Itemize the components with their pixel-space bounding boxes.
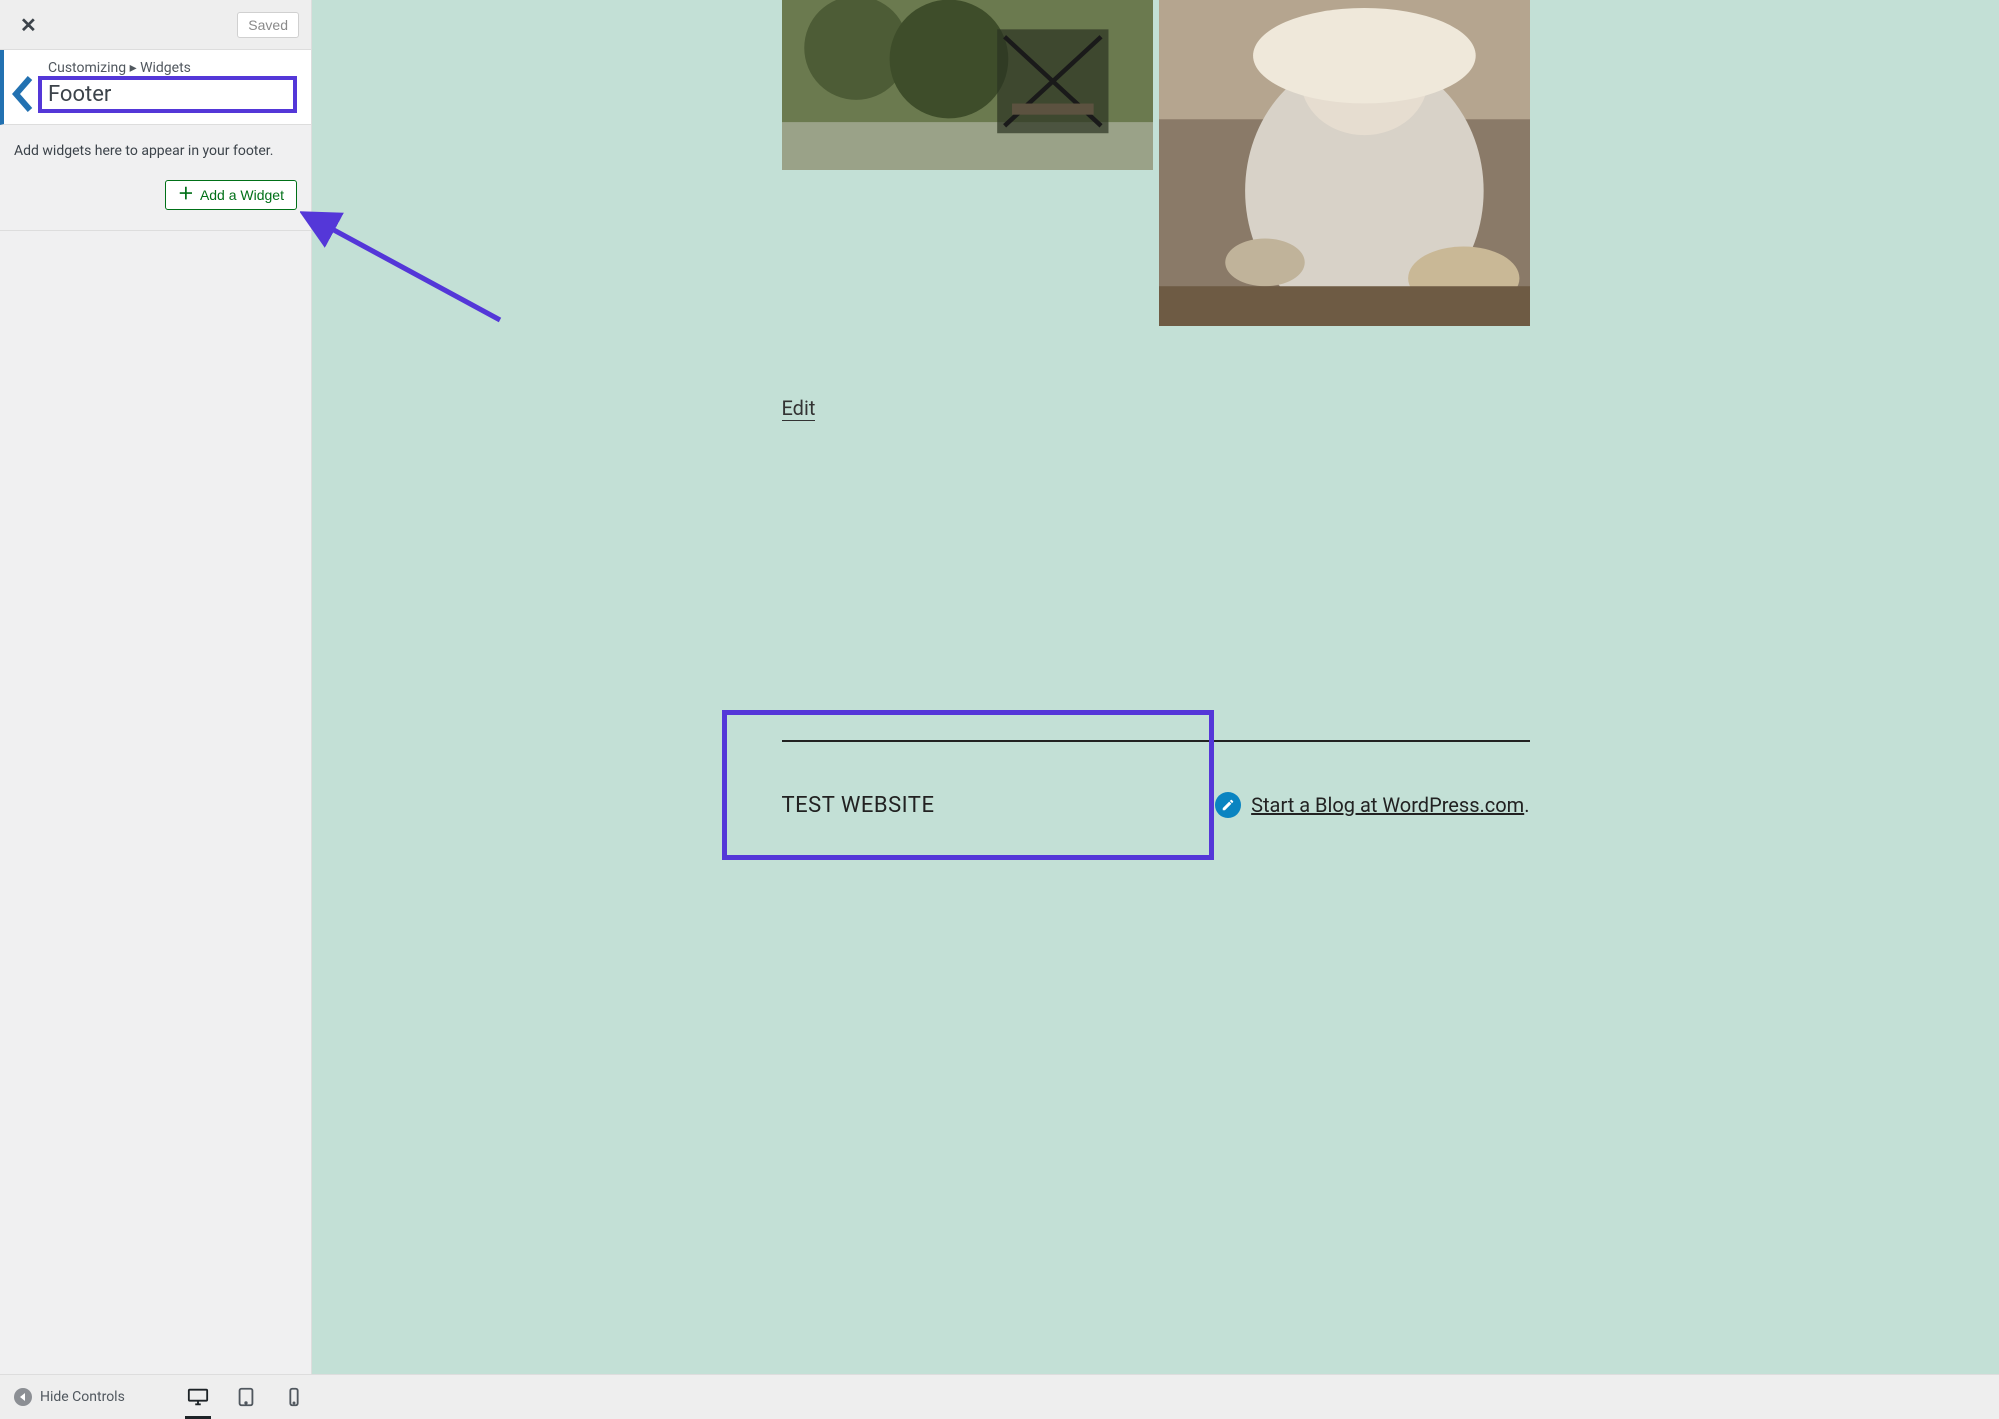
site-footer: TEST WEBSITE Start a Blog at WordPress.c… [782,740,1530,898]
close-icon[interactable]: ✕ [12,9,45,41]
site-name: TEST WEBSITE [782,793,935,818]
wp-credit: Start a Blog at WordPress.com. [1215,792,1529,818]
painting-right [1159,0,1530,326]
customizer-sidebar: ✕ Saved Customizing ▸ Widgets Footer Add… [0,0,312,1374]
divider [0,230,311,231]
saved-button[interactable]: Saved [237,12,299,38]
pencil-icon[interactable] [1215,792,1241,818]
hide-controls-button[interactable]: Hide Controls [14,1388,125,1406]
gallery-row [782,0,1530,326]
device-preview-buttons [185,1376,307,1418]
edit-link-row: Edit [782,396,1530,420]
annotation-title-highlight: Footer [38,76,297,113]
desktop-preview-button[interactable] [185,1376,211,1418]
add-widget-label: Add a Widget [200,187,284,203]
painting-left [782,0,1153,170]
footer-divider [782,740,1530,742]
tablet-preview-button[interactable] [233,1376,259,1418]
mobile-preview-button[interactable] [281,1376,307,1418]
sidebar-body: Add widgets here to appear in your foote… [0,125,311,1374]
section-header: Customizing ▸ Widgets Footer [0,50,311,125]
collapse-icon [14,1388,32,1406]
back-chevron-icon[interactable] [10,60,34,114]
section-title: Footer [48,82,111,107]
preview-scroll[interactable]: Edit TEST WEBSITE Start a Blog at WordPr… [312,0,1999,1374]
help-text: Add widgets here to appear in your foote… [14,141,297,162]
add-widget-button[interactable]: ＋ Add a Widget [165,180,297,210]
preview-pane: Edit TEST WEBSITE Start a Blog at WordPr… [312,0,1999,1374]
wp-credit-link[interactable]: Start a Blog at WordPress.com [1251,793,1524,817]
bottom-bar: Hide Controls [0,1374,1999,1419]
plus-icon: ＋ [178,187,194,203]
breadcrumb: Customizing ▸ Widgets [48,60,297,76]
annotation-footer-highlight [722,710,1214,860]
wp-credit-suffix: . [1524,793,1529,817]
edit-link[interactable]: Edit [782,396,816,421]
sidebar-topbar: ✕ Saved [0,0,311,50]
hide-controls-label: Hide Controls [40,1389,125,1405]
